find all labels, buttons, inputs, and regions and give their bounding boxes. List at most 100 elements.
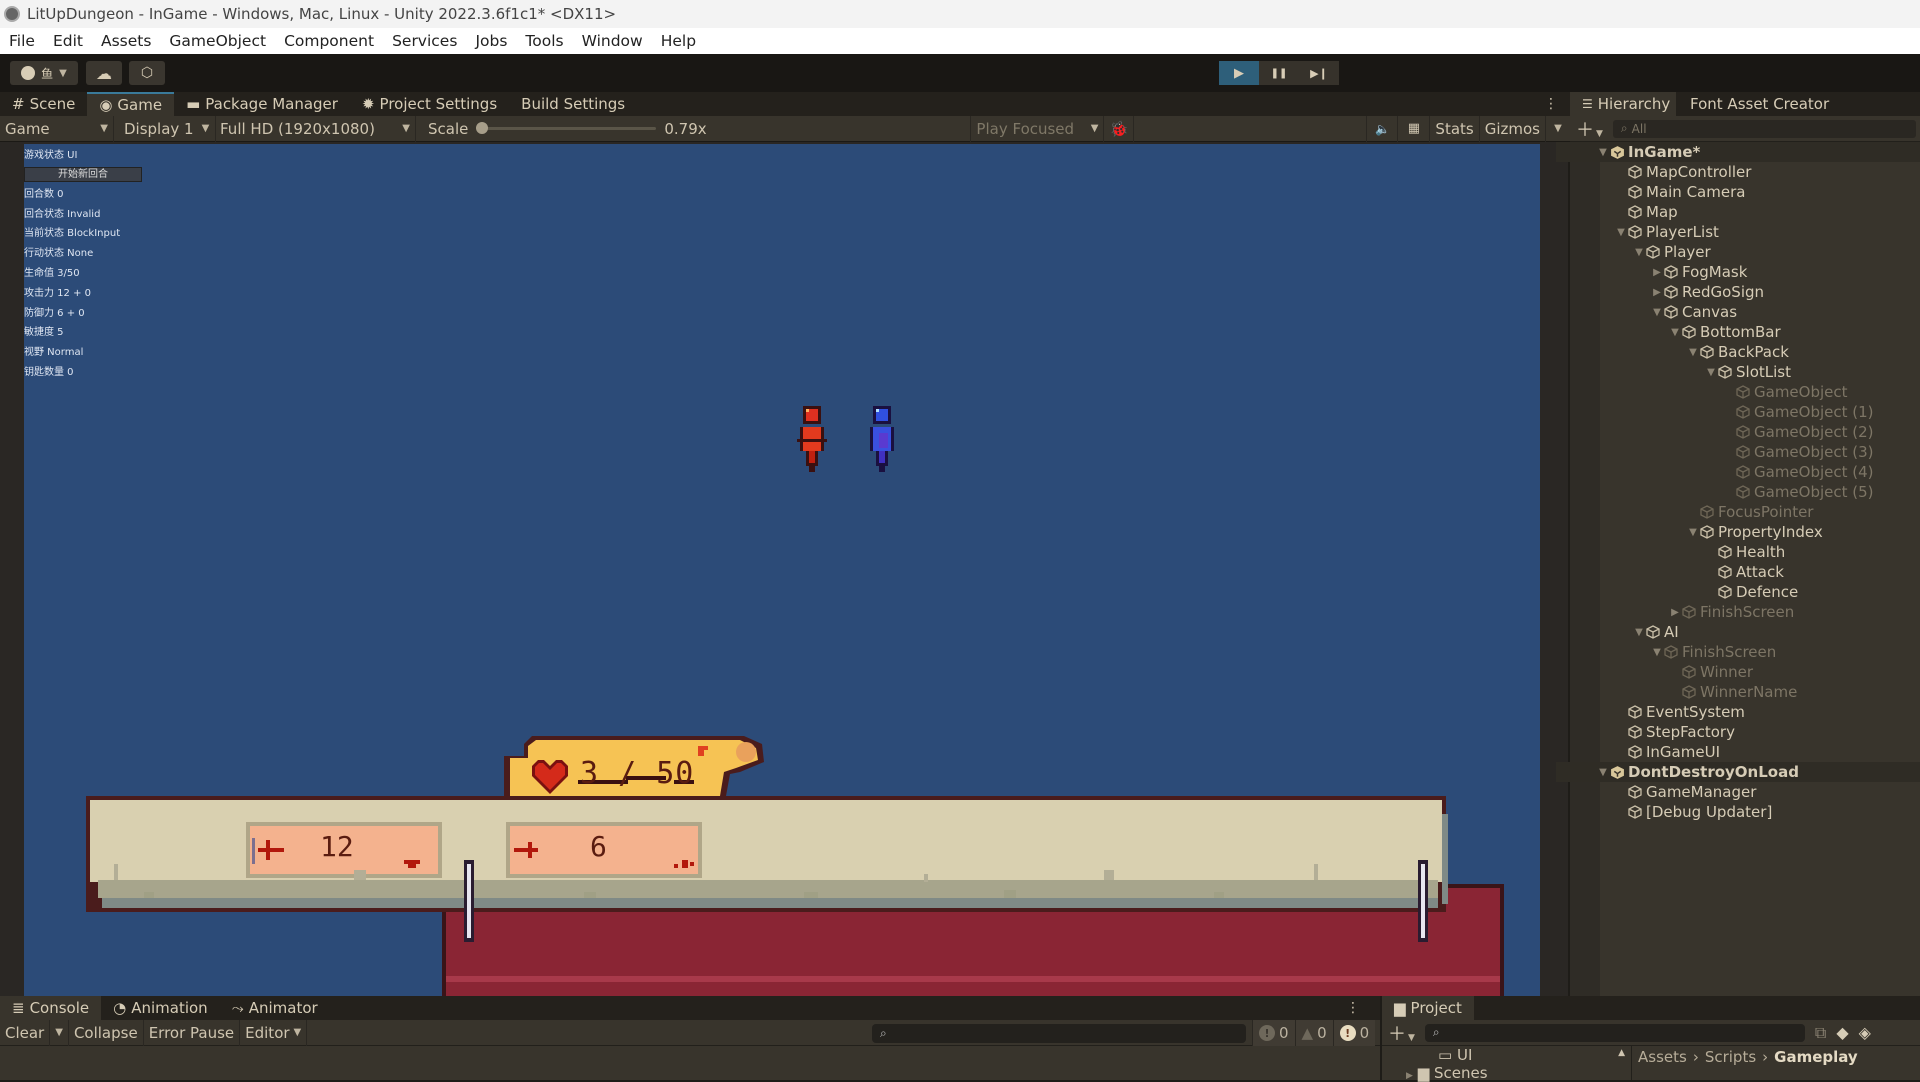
tab-font-asset-creator[interactable]: Font Asset Creator — [1676, 92, 1841, 116]
resolution-dropdown[interactable]: Full HD (1920x1080) ▼ — [216, 115, 416, 142]
collapse-button[interactable]: Collapse — [69, 1019, 144, 1046]
menu-edit[interactable]: Edit — [44, 32, 92, 50]
collapse-arrow-icon[interactable]: ▶ — [1668, 607, 1682, 618]
hierarchy-item[interactable]: ▼ PlayerList — [1556, 222, 1920, 242]
tab-game[interactable]: ◉ Game — [87, 92, 175, 116]
collapse-arrow-icon[interactable]: ▶ — [1650, 287, 1664, 298]
hierarchy-item[interactable]: InGameUI — [1556, 742, 1920, 762]
tab-scene[interactable]: # Scene — [0, 92, 87, 116]
breadcrumb-scripts[interactable]: Scripts — [1705, 1048, 1756, 1066]
expand-arrow-icon[interactable]: ▼ — [1614, 227, 1628, 238]
tab-project[interactable]: ▆ Project — [1382, 996, 1474, 1020]
pause-button[interactable]: ❚❚ — [1259, 61, 1299, 85]
step-button[interactable]: ▶❙ — [1299, 61, 1339, 85]
menu-component[interactable]: Component — [275, 32, 383, 50]
account-dropdown[interactable]: 鱼 ▼ — [10, 61, 78, 85]
display-dropdown[interactable]: Display 1 ▼ — [114, 115, 216, 142]
stats-button[interactable]: Stats — [1430, 115, 1480, 142]
create-asset-button[interactable]: ＋ ▼ — [1388, 1020, 1415, 1046]
hierarchy-item[interactable]: [Debug Updater] — [1556, 802, 1920, 822]
hierarchy-item[interactable]: GameObject (3) — [1556, 442, 1920, 462]
menu-window[interactable]: Window — [573, 32, 652, 50]
error-toggle[interactable]: ! 0 — [1332, 1020, 1376, 1046]
expand-arrow-icon[interactable]: ▼ — [1596, 767, 1610, 778]
menu-services[interactable]: Services — [383, 32, 466, 50]
hierarchy-search-input[interactable]: ⌕ All — [1612, 119, 1916, 138]
hierarchy-item[interactable]: ▶ FinishScreen — [1556, 602, 1920, 622]
hierarchy-item[interactable]: GameObject — [1556, 382, 1920, 402]
hierarchy-item[interactable]: Defence — [1556, 582, 1920, 602]
plastic-scm-button[interactable]: ⬡ — [129, 61, 165, 85]
hierarchy-item[interactable]: StepFactory — [1556, 722, 1920, 742]
hierarchy-item[interactable]: ▼ Player — [1556, 242, 1920, 262]
expand-arrow-icon[interactable]: ▼ — [1704, 367, 1718, 378]
expand-arrow-icon[interactable]: ▼ — [1686, 347, 1700, 358]
tab-animation[interactable]: ◔ Animation — [101, 996, 220, 1020]
tab-project-settings[interactable]: ✹ Project Settings — [350, 92, 509, 116]
hierarchy-item[interactable]: GameManager — [1556, 782, 1920, 802]
clear-button[interactable]: Clear — [0, 1019, 51, 1046]
project-search-input[interactable]: ⌕ — [1424, 1023, 1805, 1042]
game-viewport[interactable]: 游戏状态 UI 开始新回合 回合数 0 回合状态 Invalid 当前状态 Bl… — [24, 144, 1540, 996]
add-object-button[interactable]: ＋ ▼ — [1576, 116, 1603, 142]
hierarchy-item[interactable]: ▼ FinishScreen — [1556, 642, 1920, 662]
scale-slider[interactable] — [476, 122, 657, 134]
start-new-round-button[interactable]: 开始新回合 — [24, 166, 142, 182]
hierarchy-item[interactable]: GameObject (1) — [1556, 402, 1920, 422]
expand-arrow-icon[interactable]: ▼ — [1650, 307, 1664, 318]
view-type-dropdown[interactable]: Game ▼ — [0, 115, 114, 142]
hierarchy-scene-row[interactable]: ▼ DontDestroyOnLoad — [1556, 762, 1920, 782]
mute-audio-button[interactable]: 🔈 — [1366, 115, 1399, 142]
tab-build-settings[interactable]: Build Settings — [509, 92, 637, 116]
hierarchy-item[interactable]: Attack — [1556, 562, 1920, 582]
error-pause-button[interactable]: Error Pause — [144, 1019, 241, 1046]
clear-options-dropdown[interactable]: ▼ — [50, 1019, 69, 1046]
hierarchy-item[interactable]: ▶ RedGoSign — [1556, 282, 1920, 302]
frame-debugger-button[interactable]: 🐞 — [1104, 115, 1135, 142]
hierarchy-item[interactable]: Health — [1556, 542, 1920, 562]
filter-by-label-icon[interactable]: ◈ — [1859, 1023, 1871, 1042]
expand-arrow-icon[interactable]: ▼ — [1632, 247, 1646, 258]
menu-jobs[interactable]: Jobs — [466, 32, 516, 50]
menu-file[interactable]: File — [0, 32, 44, 50]
menu-gameobject[interactable]: GameObject — [160, 32, 275, 50]
menu-help[interactable]: Help — [652, 32, 705, 50]
gizmos-button[interactable]: Gizmos — [1480, 115, 1546, 142]
play-mode-dropdown[interactable]: Play Focused ▼ — [970, 115, 1105, 142]
scale-slider-knob[interactable] — [476, 122, 489, 134]
scroll-up-icon[interactable]: ▲ — [1618, 1048, 1625, 1058]
play-button[interactable]: ▶ — [1219, 61, 1259, 85]
editor-dropdown[interactable]: Editor ▼ — [240, 1019, 308, 1046]
hierarchy-item[interactable]: WinnerName — [1556, 682, 1920, 702]
search-scope-icon[interactable]: ⧉ — [1815, 1023, 1826, 1043]
console-menu-button[interactable]: ⋮ — [1326, 996, 1380, 1020]
tab-console[interactable]: ≣ Console — [0, 996, 102, 1020]
hierarchy-item[interactable]: ▼ PropertyIndex — [1556, 522, 1920, 542]
console-search-input[interactable]: ⌕ — [872, 1024, 1246, 1043]
expand-arrow-icon[interactable]: ▼ — [1650, 647, 1664, 658]
hierarchy-item[interactable]: Main Camera — [1556, 182, 1920, 202]
tab-package-manager[interactable]: ▬ Package Manager — [174, 92, 350, 116]
expand-arrow-icon[interactable]: ▼ — [1596, 147, 1610, 158]
hierarchy-item[interactable]: GameObject (2) — [1556, 422, 1920, 442]
menu-tools[interactable]: Tools — [516, 32, 572, 50]
breadcrumb-gameplay[interactable]: Gameplay — [1774, 1048, 1858, 1066]
grid-button[interactable]: ▦ — [1398, 115, 1431, 142]
log-toggle[interactable]: ! 0 — [1252, 1020, 1295, 1046]
hierarchy-item[interactable]: EventSystem — [1556, 702, 1920, 722]
hierarchy-item[interactable]: GameObject (4) — [1556, 462, 1920, 482]
hierarchy-item[interactable]: ▼ BackPack — [1556, 342, 1920, 362]
gizmos-dropdown[interactable]: ▼ — [1546, 116, 1570, 142]
hierarchy-item[interactable]: Map — [1556, 202, 1920, 222]
breadcrumb-assets[interactable]: Assets — [1638, 1048, 1687, 1066]
collapse-arrow-icon[interactable]: ▶ — [1650, 267, 1664, 278]
hierarchy-item[interactable]: GameObject (5) — [1556, 482, 1920, 502]
folder-item-scenes[interactable]: ▶ ▆ Scenes — [1406, 1064, 1488, 1082]
hierarchy-item[interactable]: Winner — [1556, 662, 1920, 682]
hierarchy-item[interactable]: ▼ BottomBar — [1556, 322, 1920, 342]
hierarchy-item[interactable]: ▼ AI — [1556, 622, 1920, 642]
hierarchy-item[interactable]: ▼ Canvas — [1556, 302, 1920, 322]
filter-by-type-icon[interactable]: ◆ — [1836, 1023, 1848, 1042]
tab-animator[interactable]: ⤳ Animator — [220, 996, 330, 1020]
hierarchy-item[interactable]: FocusPointer — [1556, 502, 1920, 522]
